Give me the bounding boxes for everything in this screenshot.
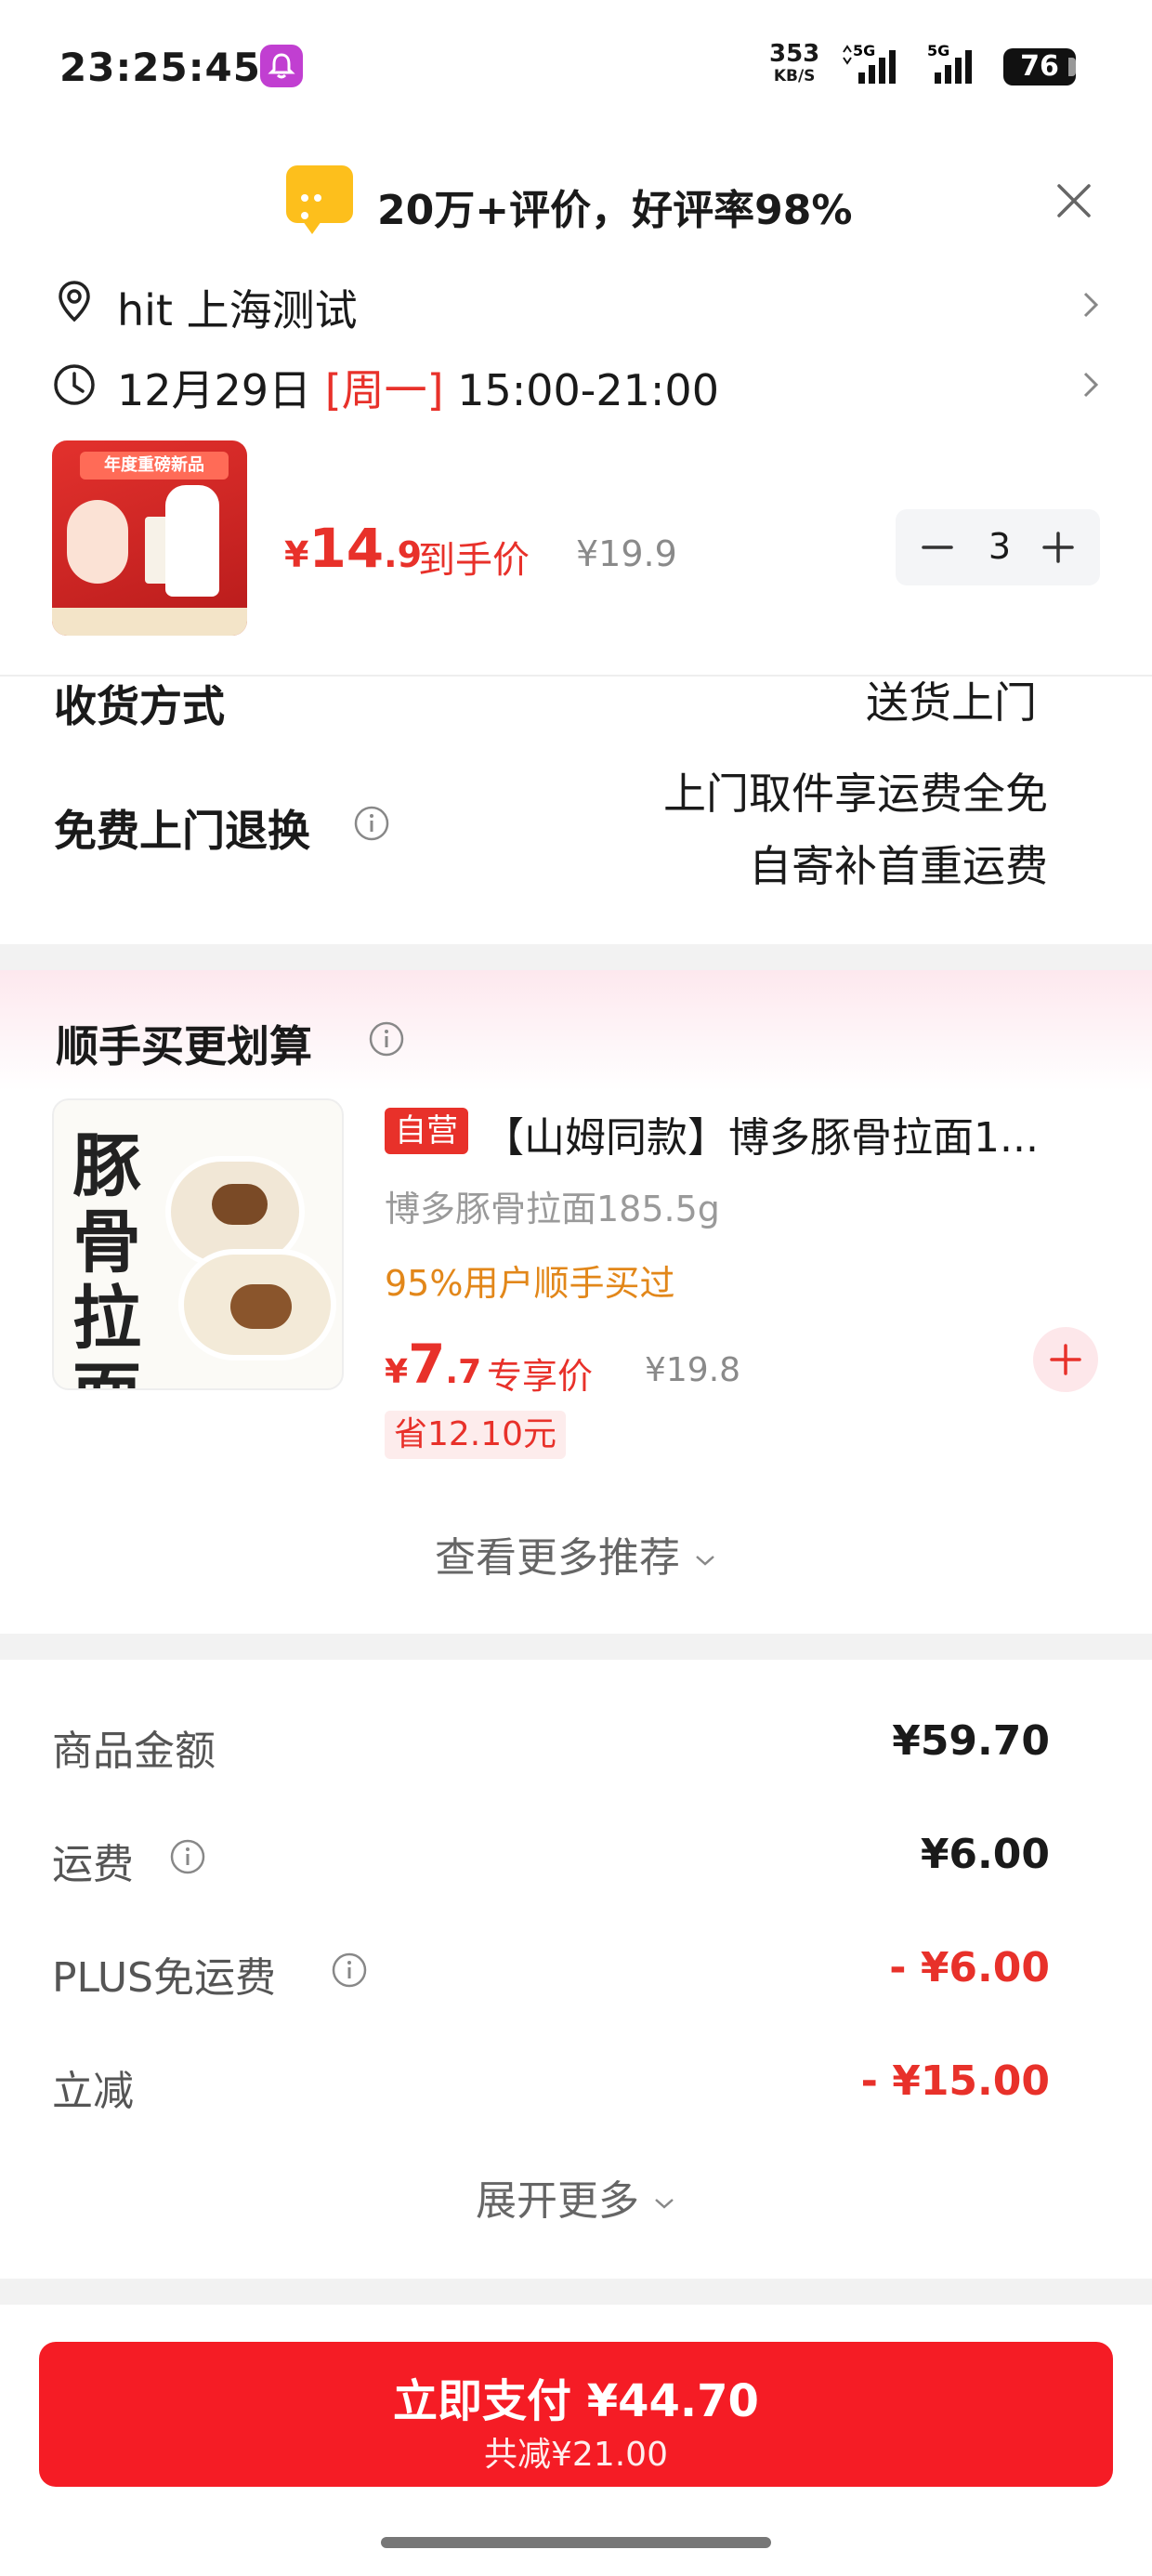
close-icon[interactable]: [1050, 177, 1098, 225]
info-icon[interactable]: [331, 1952, 368, 1989]
cost-value-goods: ¥59.70: [892, 1717, 1050, 1765]
product-price: ¥14.9: [284, 517, 423, 580]
recommend-image-title: 豚骨拉面: [72, 1126, 141, 1388]
product-image-band: 年度重磅新品: [80, 452, 229, 480]
add-to-order-button[interactable]: [1033, 1327, 1098, 1392]
cost-label-goods: 商品金额: [52, 1728, 216, 1775]
recommend-original-price: ¥19.8: [645, 1351, 741, 1389]
battery-tip: [1068, 58, 1076, 76]
delivery-time-range: 15:00-21:00: [443, 365, 719, 415]
svg-text:5G: 5G: [927, 42, 949, 59]
expand-more-link[interactable]: 展开更多: [0, 2167, 1152, 2227]
info-icon[interactable]: [353, 805, 390, 842]
delivery-address: hit 上海测试: [117, 285, 358, 335]
quantity-value: 3: [988, 526, 1012, 567]
receive-method-value[interactable]: 送货上门: [866, 669, 1037, 730]
quantity-stepper[interactable]: 3: [896, 509, 1100, 585]
recommend-product-image[interactable]: 豚骨拉面: [52, 1098, 344, 1390]
section-gap: [0, 2279, 1152, 2305]
delivery-date: 12月29日: [117, 365, 325, 415]
section-gap: [0, 1634, 1152, 1660]
recommend-title: 顺手买更划算: [56, 1021, 312, 1071]
pay-now-button[interactable]: 立即支付 ¥44.70 共减¥21.00: [39, 2342, 1113, 2487]
signal-5g-icon: 5G: [840, 41, 905, 91]
delivery-weekday: [周一]: [324, 365, 444, 415]
more-recommend-link[interactable]: 查看更多推荐: [0, 1524, 1152, 1584]
cost-value-shipping: ¥6.00: [920, 1831, 1050, 1878]
original-price: ¥19.9: [576, 533, 677, 574]
cost-label-plus-free-shipping: PLUS免运费: [52, 1954, 276, 2002]
chevron-right-icon: [1078, 366, 1104, 403]
info-icon[interactable]: [169, 1838, 206, 1875]
delivery-time: 12月29日 [周一] 15:00-21:00: [117, 357, 719, 418]
battery-icon: 76: [1003, 48, 1076, 85]
signal-5g-icon-2: 5G: [925, 41, 990, 91]
free-return-line2: 自寄补首重运费: [749, 841, 1048, 891]
recommend-buy-rate: 95%用户顺手买过: [385, 1263, 675, 1304]
cost-label-discount: 立减: [52, 2068, 134, 2115]
free-return-label: 免费上门退换: [54, 806, 310, 856]
net-speed: 353 KB/S: [769, 40, 820, 85]
home-indicator[interactable]: [381, 2537, 771, 2548]
section-gap: [0, 944, 1152, 970]
free-return-line1: 上门取件享运费全免: [663, 769, 1048, 819]
product-image[interactable]: 年度重磅新品: [52, 440, 247, 636]
chevron-down-icon: [655, 2199, 674, 2209]
self-operated-badge: 自营: [385, 1108, 468, 1154]
pay-discount-total: 共减¥21.00: [484, 2436, 668, 2474]
price-tag: 到手价: [418, 539, 530, 582]
location-pin-icon: [50, 277, 98, 325]
status-time: 23:25:45: [59, 45, 261, 90]
recommend-price-tag: 专享价: [487, 1356, 594, 1397]
notification-bell-icon: [260, 45, 303, 87]
cost-label-shipping: 运费: [52, 1841, 134, 1888]
clock-icon: [50, 361, 98, 409]
recommend-price: ¥7.7: [385, 1333, 482, 1396]
chat-bubble-icon: [286, 165, 353, 234]
cost-value-discount: - ¥15.00: [860, 2057, 1050, 2105]
save-badge: 省12.10元: [385, 1411, 567, 1459]
cost-value-plus-free-shipping: - ¥6.00: [889, 1944, 1050, 1991]
recommend-product-name[interactable]: 【山姆同款】博多豚骨拉面1...: [483, 1104, 1087, 1163]
review-summary: 20万+评价，好评率98%: [377, 187, 853, 234]
info-icon[interactable]: [368, 1020, 405, 1058]
checkout-page: 23:25:45 353 KB/S 5G 5G 76 20万+评价，好评率98%…: [0, 0, 1152, 2576]
svg-text:5G: 5G: [853, 42, 875, 59]
chevron-down-icon: [696, 1556, 714, 1566]
recommend-product-spec: 博多豚骨拉面185.5g: [385, 1189, 720, 1229]
chevron-right-icon: [1078, 286, 1104, 323]
receive-method-label: 收货方式: [54, 681, 225, 731]
minus-icon[interactable]: [918, 528, 957, 567]
plus-icon[interactable]: [1039, 528, 1078, 567]
pay-now-label: 立即支付 ¥44.70: [393, 2375, 759, 2427]
